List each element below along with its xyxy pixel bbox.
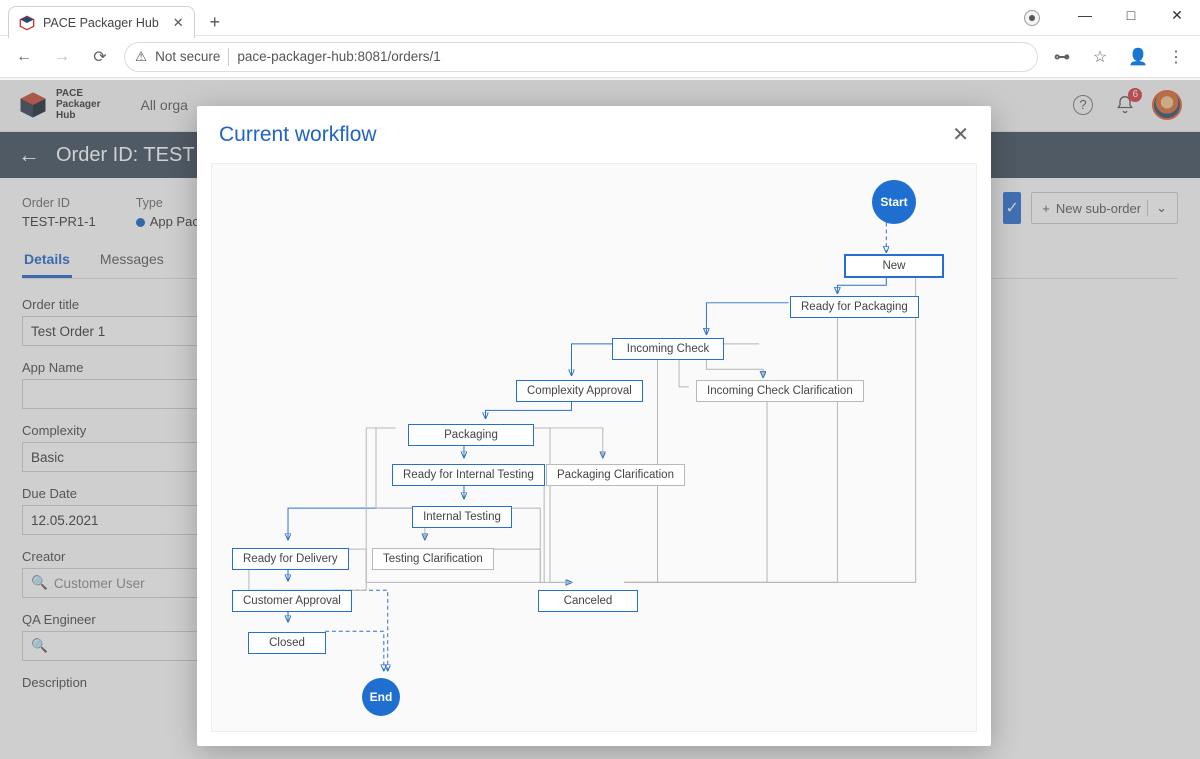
wf-start-node[interactable]: Start bbox=[872, 180, 916, 224]
wf-testing-clar-node[interactable]: Testing Clarification bbox=[372, 548, 494, 570]
wf-ready-for-packaging-node[interactable]: Ready for Packaging bbox=[790, 296, 919, 318]
nav-reload-button[interactable]: ⟳ bbox=[86, 43, 114, 71]
tab-close-icon[interactable]: ✕ bbox=[173, 15, 184, 31]
minimize-icon: — bbox=[1078, 7, 1092, 23]
wf-internal-testing-node[interactable]: Internal Testing bbox=[412, 506, 512, 528]
address-bar[interactable]: ⚠ Not secure pace-packager-hub:8081/orde… bbox=[124, 42, 1038, 72]
security-label: Not secure bbox=[155, 49, 220, 64]
browser-tab-strip: PACE Packager Hub ✕ + bbox=[8, 6, 229, 38]
omnibox-separator bbox=[228, 48, 229, 66]
modal-close-button[interactable]: ✕ bbox=[952, 122, 969, 147]
workflow-modal: Current workflow ✕ bbox=[197, 106, 991, 746]
wf-incoming-check-clar-node[interactable]: Incoming Check Clarification bbox=[696, 380, 864, 402]
wf-incoming-check-node[interactable]: Incoming Check bbox=[612, 338, 724, 360]
wf-new-node[interactable]: New bbox=[844, 254, 944, 278]
url-text: pace-packager-hub:8081/orders/1 bbox=[237, 49, 440, 64]
wf-ready-for-delivery-node[interactable]: Ready for Delivery bbox=[232, 548, 349, 570]
nav-forward-button: → bbox=[48, 43, 76, 71]
wf-canceled-node[interactable]: Canceled bbox=[538, 590, 638, 612]
window-minimize-button[interactable]: — bbox=[1062, 0, 1108, 30]
wf-closed-node[interactable]: Closed bbox=[248, 632, 326, 654]
close-icon: ✕ bbox=[1171, 7, 1183, 24]
tab-title: PACE Packager Hub bbox=[43, 16, 159, 30]
wf-end-node[interactable]: End bbox=[362, 678, 400, 716]
key-icon[interactable]: ⊶ bbox=[1048, 43, 1076, 71]
browser-tab[interactable]: PACE Packager Hub ✕ bbox=[8, 6, 195, 38]
kebab-menu-icon[interactable]: ⋮ bbox=[1162, 43, 1190, 71]
maximize-icon: □ bbox=[1127, 7, 1135, 23]
workflow-canvas[interactable]: Start New Ready for Packaging Incoming C… bbox=[211, 163, 977, 732]
wf-customer-approval-node[interactable]: Customer Approval bbox=[232, 590, 352, 612]
modal-title: Current workflow bbox=[219, 123, 377, 147]
window-close-button[interactable]: ✕ bbox=[1154, 0, 1200, 30]
profile-avatar-icon[interactable]: 👤 bbox=[1124, 43, 1152, 71]
wf-rfit-node[interactable]: Ready for Internal Testing bbox=[392, 464, 545, 486]
chrome-profile-dot[interactable] bbox=[1024, 10, 1040, 26]
nav-back-button[interactable]: ← bbox=[10, 43, 38, 71]
bookmark-star-icon[interactable]: ☆ bbox=[1086, 43, 1114, 71]
browser-toolbar: ← → ⟳ ⚠ Not secure pace-packager-hub:808… bbox=[0, 36, 1200, 78]
window-maximize-button[interactable]: □ bbox=[1108, 0, 1154, 30]
wf-complexity-approval-node[interactable]: Complexity Approval bbox=[516, 380, 643, 402]
wf-packaging-clar-node[interactable]: Packaging Clarification bbox=[546, 464, 685, 486]
favicon-icon bbox=[19, 15, 35, 31]
wf-packaging-node[interactable]: Packaging bbox=[408, 424, 534, 446]
new-tab-button[interactable]: + bbox=[201, 8, 229, 36]
not-secure-icon: ⚠ bbox=[135, 49, 147, 65]
